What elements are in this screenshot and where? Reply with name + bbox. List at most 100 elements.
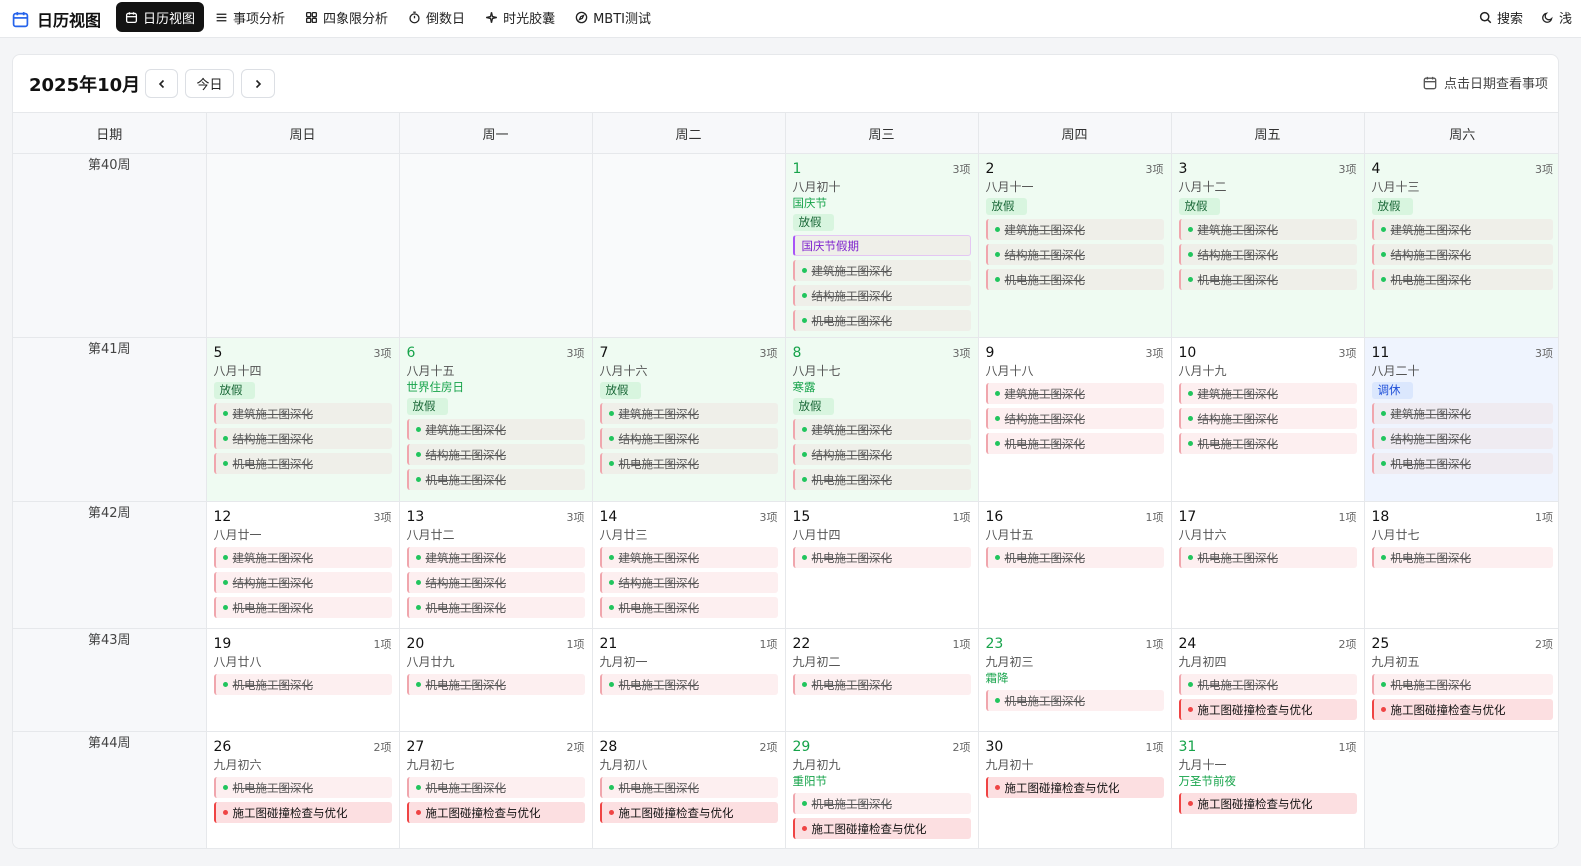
day-cell[interactable]: 9 3项 八月十八 建筑施工图深化 结构施工图深化 机电施工图深化 — [978, 337, 1172, 502]
next-month-button[interactable] — [241, 69, 275, 98]
event-item[interactable]: 机电施工图深化 — [985, 690, 1164, 711]
event-item[interactable]: 国庆节假期 — [792, 235, 971, 256]
day-cell[interactable]: 21 1项 九月初一 机电施工图深化 — [592, 628, 786, 732]
event-item[interactable]: 施工图碰撞检查与优化 — [792, 818, 971, 839]
event-item[interactable]: 结构施工图深化 — [1178, 408, 1357, 429]
event-item[interactable]: 施工图碰撞检查与优化 — [1178, 793, 1357, 814]
event-item[interactable]: 机电施工图深化 — [1178, 547, 1357, 568]
day-cell[interactable]: 6 3项 八月十五 世界住房日 放假 建筑施工图深化 结构施工图深化 机电施工图深化 — [399, 337, 593, 502]
event-item[interactable]: 结构施工图深化 — [406, 444, 585, 465]
event-item[interactable]: 机电施工图深化 — [406, 597, 585, 618]
event-item[interactable]: 机电施工图深化 — [599, 597, 778, 618]
day-cell[interactable]: 25 2项 九月初五 机电施工图深化 施工图碰撞检查与优化 — [1364, 628, 1558, 732]
event-item[interactable]: 机电施工图深化 — [1371, 453, 1553, 474]
day-cell[interactable]: 26 2项 九月初六 机电施工图深化 施工图碰撞检查与优化 — [206, 731, 400, 848]
event-item[interactable]: 机电施工图深化 — [792, 793, 971, 814]
day-cell[interactable]: 17 1项 八月廿六 机电施工图深化 — [1171, 501, 1365, 629]
nav-tab-mbti[interactable]: MBTI测试 — [566, 2, 660, 32]
event-item[interactable]: 建筑施工图深化 — [213, 547, 392, 568]
event-item[interactable]: 机电施工图深化 — [213, 777, 392, 798]
nav-tab-countdown[interactable]: 倒数日 — [399, 2, 474, 32]
day-cell[interactable]: 20 1项 八月廿九 机电施工图深化 — [399, 628, 593, 732]
event-item[interactable]: 建筑施工图深化 — [985, 219, 1164, 240]
today-button[interactable]: 今日 — [185, 69, 234, 98]
event-item[interactable]: 机电施工图深化 — [1371, 269, 1553, 290]
event-item[interactable]: 机电施工图深化 — [792, 469, 971, 490]
event-item[interactable]: 结构施工图深化 — [213, 428, 392, 449]
day-cell[interactable]: 14 3项 八月廿三 建筑施工图深化 结构施工图深化 机电施工图深化 — [592, 501, 786, 629]
day-cell[interactable]: 27 2项 九月初七 机电施工图深化 施工图碰撞检查与优化 — [399, 731, 593, 848]
event-item[interactable]: 结构施工图深化 — [792, 444, 971, 465]
day-cell[interactable]: 22 1项 九月初二 机电施工图深化 — [785, 628, 979, 732]
day-cell[interactable]: 3 3项 八月十二 放假 建筑施工图深化 结构施工图深化 机电施工图深化 — [1171, 153, 1365, 338]
event-item[interactable]: 机电施工图深化 — [792, 547, 971, 568]
app-brand[interactable]: 日历视图 — [12, 7, 101, 31]
theme-toggle-button[interactable]: 浅 — [1533, 2, 1579, 32]
day-cell[interactable]: 30 1项 九月初十 施工图碰撞检查与优化 — [978, 731, 1172, 848]
event-item[interactable]: 施工图碰撞检查与优化 — [213, 802, 392, 823]
day-cell[interactable]: 23 1项 九月初三 霜降 机电施工图深化 — [978, 628, 1172, 732]
event-item[interactable]: 建筑施工图深化 — [213, 403, 392, 424]
event-item[interactable]: 机电施工图深化 — [599, 777, 778, 798]
event-item[interactable]: 机电施工图深化 — [985, 269, 1164, 290]
event-item[interactable]: 机电施工图深化 — [599, 453, 778, 474]
day-cell[interactable]: 8 3项 八月十七 寒露 放假 建筑施工图深化 结构施工图深化 机电施工图深化 — [785, 337, 979, 502]
search-button[interactable]: 搜索 — [1471, 2, 1531, 32]
day-cell[interactable]: 7 3项 八月十六 放假 建筑施工图深化 结构施工图深化 机电施工图深化 — [592, 337, 786, 502]
event-item[interactable]: 机电施工图深化 — [213, 597, 392, 618]
event-item[interactable]: 建筑施工图深化 — [599, 403, 778, 424]
event-item[interactable]: 建筑施工图深化 — [1178, 219, 1357, 240]
event-item[interactable]: 机电施工图深化 — [599, 674, 778, 695]
event-item[interactable]: 结构施工图深化 — [985, 408, 1164, 429]
event-item[interactable]: 结构施工图深化 — [792, 285, 971, 306]
event-item[interactable]: 机电施工图深化 — [1178, 269, 1357, 290]
day-cell[interactable]: 1 3项 八月初十 国庆节 放假 国庆节假期 建筑施工图深化 结构施工图深化 机电施工图深化 — [785, 153, 979, 338]
event-item[interactable]: 机电施工图深化 — [406, 469, 585, 490]
day-cell[interactable]: 29 2项 九月初九 重阳节 机电施工图深化 施工图碰撞检查与优化 — [785, 731, 979, 848]
event-item[interactable]: 建筑施工图深化 — [792, 419, 971, 440]
event-item[interactable]: 机电施工图深化 — [1371, 674, 1553, 695]
event-item[interactable]: 施工图碰撞检查与优化 — [599, 802, 778, 823]
event-item[interactable]: 机电施工图深化 — [792, 310, 971, 331]
event-item[interactable]: 机电施工图深化 — [1371, 547, 1553, 568]
nav-tab-calendar[interactable]: 日历视图 — [116, 2, 205, 32]
event-item[interactable]: 施工图碰撞检查与优化 — [1371, 699, 1553, 720]
day-cell[interactable]: 2 3项 八月十一 放假 建筑施工图深化 结构施工图深化 机电施工图深化 — [978, 153, 1172, 338]
event-item[interactable]: 机电施工图深化 — [213, 453, 392, 474]
day-cell[interactable]: 11 3项 八月二十 调休 建筑施工图深化 结构施工图深化 机电施工图深化 — [1364, 337, 1558, 502]
day-cell[interactable]: 12 3项 八月廿一 建筑施工图深化 结构施工图深化 机电施工图深化 — [206, 501, 400, 629]
day-cell[interactable]: 28 2项 九月初八 机电施工图深化 施工图碰撞检查与优化 — [592, 731, 786, 848]
event-item[interactable]: 结构施工图深化 — [1178, 244, 1357, 265]
day-cell[interactable]: 10 3项 八月十九 建筑施工图深化 结构施工图深化 机电施工图深化 — [1171, 337, 1365, 502]
day-cell[interactable]: 15 1项 八月廿四 机电施工图深化 — [785, 501, 979, 629]
event-item[interactable]: 建筑施工图深化 — [792, 260, 971, 281]
event-item[interactable]: 结构施工图深化 — [985, 244, 1164, 265]
event-item[interactable]: 机电施工图深化 — [792, 674, 971, 695]
event-item[interactable]: 建筑施工图深化 — [599, 547, 778, 568]
event-item[interactable]: 施工图碰撞检查与优化 — [985, 777, 1164, 798]
event-item[interactable]: 机电施工图深化 — [985, 547, 1164, 568]
day-cell[interactable]: 16 1项 八月廿五 机电施工图深化 — [978, 501, 1172, 629]
day-cell[interactable]: 19 1项 八月廿八 机电施工图深化 — [206, 628, 400, 732]
day-cell[interactable]: 24 2项 九月初四 机电施工图深化 施工图碰撞检查与优化 — [1171, 628, 1365, 732]
event-item[interactable]: 建筑施工图深化 — [406, 419, 585, 440]
nav-tab-analysis[interactable]: 事项分析 — [206, 2, 294, 32]
day-cell[interactable]: 18 1项 八月廿七 机电施工图深化 — [1364, 501, 1558, 629]
event-item[interactable]: 结构施工图深化 — [213, 572, 392, 593]
event-item[interactable]: 机电施工图深化 — [213, 674, 392, 695]
event-item[interactable]: 建筑施工图深化 — [406, 547, 585, 568]
event-item[interactable]: 建筑施工图深化 — [1371, 403, 1553, 424]
event-item[interactable]: 机电施工图深化 — [1178, 433, 1357, 454]
day-cell[interactable]: 5 3项 八月十四 放假 建筑施工图深化 结构施工图深化 机电施工图深化 — [206, 337, 400, 502]
event-item[interactable]: 机电施工图深化 — [1178, 674, 1357, 695]
day-cell[interactable]: 4 3项 八月十三 放假 建筑施工图深化 结构施工图深化 机电施工图深化 — [1364, 153, 1558, 338]
nav-tab-quadrant[interactable]: 四象限分析 — [296, 2, 397, 32]
event-item[interactable]: 施工图碰撞检查与优化 — [406, 802, 585, 823]
event-item[interactable]: 机电施工图深化 — [406, 674, 585, 695]
event-item[interactable]: 建筑施工图深化 — [985, 383, 1164, 404]
event-item[interactable]: 机电施工图深化 — [406, 777, 585, 798]
event-item[interactable]: 机电施工图深化 — [985, 433, 1164, 454]
event-item[interactable]: 结构施工图深化 — [599, 428, 778, 449]
nav-tab-capsule[interactable]: 时光胶囊 — [476, 2, 564, 32]
event-item[interactable]: 结构施工图深化 — [599, 572, 778, 593]
